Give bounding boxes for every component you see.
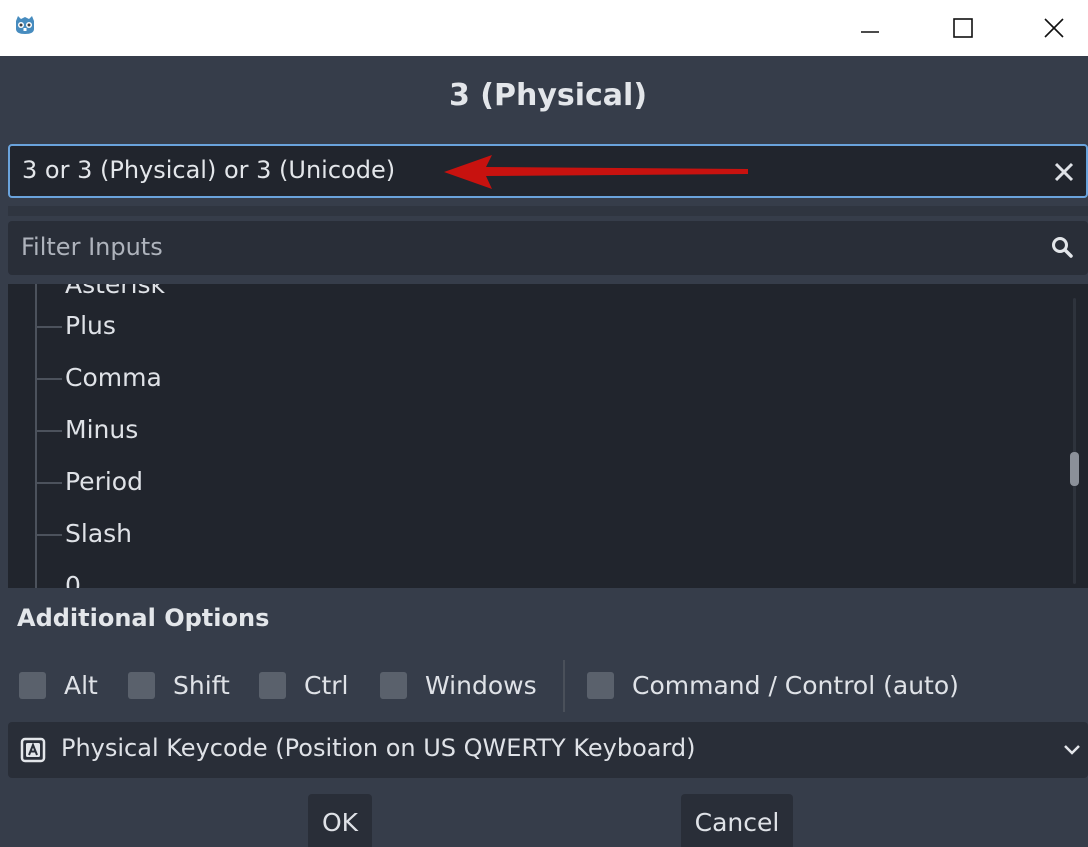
windows-checkbox[interactable]: Windows [380,668,537,702]
tree-item-label: 0 [65,571,81,588]
tree-item-zero[interactable]: 0 [36,561,1036,588]
filter-inputs-placeholder: Filter Inputs [21,233,163,261]
tree-item-label: Period [65,467,143,496]
checkbox-box [380,671,407,699]
keycode-type-dropdown[interactable]: Physical Keycode (Position on US QWERTY … [8,722,1088,778]
keyboard-key-icon [20,737,46,763]
alt-checkbox[interactable]: Alt [19,668,98,702]
tree-branch-line [36,482,62,484]
input-tree[interactable]: Asterisk Plus Comma Minus Period Slash 0 [8,284,1088,588]
checkbox-box [259,671,286,699]
tree-item-plus[interactable]: Plus [36,301,1036,353]
checkbox-box [128,671,155,699]
maximize-icon [953,18,973,38]
tree-item-period[interactable]: Period [36,457,1036,509]
godot-icon [12,12,38,38]
red-arrow-icon [444,155,748,189]
shift-checkbox[interactable]: Shift [128,668,230,702]
clear-x-icon [1054,162,1074,182]
checkbox-label: Ctrl [304,670,349,700]
tree-branch-line [36,378,62,380]
tree-item-label: Minus [65,415,139,444]
additional-options-title: Additional Options [17,604,270,632]
tree-item-minus[interactable]: Minus [36,405,1036,457]
section-divider [8,206,1088,216]
search-icon [1050,235,1074,259]
tree-item-comma[interactable]: Comma [36,353,1036,405]
checkbox-label: Shift [173,670,230,700]
clear-event-button[interactable] [1050,158,1078,186]
command-control-checkbox[interactable]: Command / Control (auto) [587,668,959,702]
checkbox-label: Alt [64,670,98,700]
tree-branch-line [36,534,62,536]
checkbox-label: Command / Control (auto) [632,670,959,700]
tree-item-label: Comma [65,363,162,392]
scrollbar-track [1073,298,1076,584]
keycode-type-value: Physical Keycode (Position on US QWERTY … [61,734,696,762]
input-event-dialog: 3 (Physical) 3 or 3 (Physical) or 3 (Uni… [0,56,1088,847]
cancel-button[interactable]: Cancel [681,794,793,847]
scrollbar-thumb[interactable] [1070,452,1079,486]
window-close-button[interactable] [1026,0,1082,56]
checkbox-label: Windows [425,670,537,700]
dialog-title: 3 (Physical) [448,78,648,113]
minimize-icon [861,31,879,33]
tree-scrollbar[interactable] [1070,298,1080,584]
window-titlebar [0,0,1088,56]
checkbox-box [19,671,46,699]
ok-button[interactable]: OK [308,794,372,847]
tree-item-label: Plus [65,311,116,340]
chevron-down-icon [1062,742,1082,758]
event-input-value: 3 or 3 (Physical) or 3 (Unicode) [22,156,396,184]
filter-inputs-field[interactable]: Filter Inputs [8,221,1088,275]
maximize-button[interactable] [935,0,991,56]
tree-item-label: Asterisk [65,284,166,299]
tree-item-slash[interactable]: Slash [36,509,1036,561]
checkbox-box [587,671,614,699]
modifier-separator [563,660,565,712]
ctrl-checkbox[interactable]: Ctrl [259,668,348,702]
modifier-options: Alt Shift Ctrl Windows Command / Control… [0,656,1088,714]
minimize-button[interactable] [842,0,898,56]
tree-item-label: Slash [65,519,133,548]
close-icon [1044,18,1064,38]
tree-branch-line [36,430,62,432]
tree-branch-line [36,326,62,328]
